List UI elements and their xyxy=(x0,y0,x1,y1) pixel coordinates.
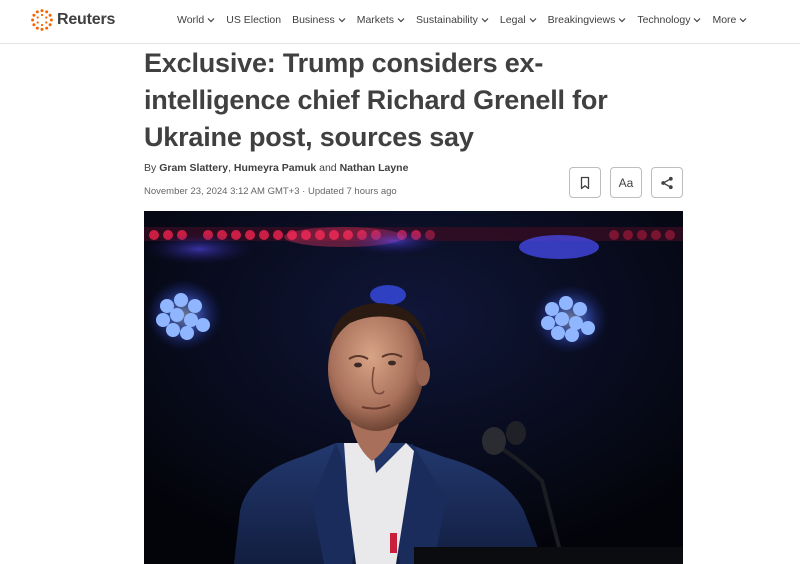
chevron-down-icon xyxy=(207,17,215,23)
nav-item-breakingviews[interactable]: Breakingviews xyxy=(548,14,627,26)
bookmark-icon xyxy=(580,176,590,189)
byline-comma: , xyxy=(228,162,231,174)
nav-item-label: Business xyxy=(292,14,335,26)
nav-item-us-election[interactable]: US Election xyxy=(226,14,281,26)
byline-prefix: By xyxy=(144,162,157,174)
share-button[interactable] xyxy=(651,167,683,198)
nav-item-markets[interactable]: Markets xyxy=(357,14,405,26)
share-icon xyxy=(661,176,673,189)
nav-item-sustainability[interactable]: Sustainability xyxy=(416,14,489,26)
hero-photo xyxy=(144,211,683,564)
nav-item-label: US Election xyxy=(226,14,282,26)
reuters-logo-icon xyxy=(31,9,53,31)
nav-item-label: World xyxy=(177,14,205,26)
reuters-logo[interactable]: Reuters xyxy=(30,7,115,33)
article-tools: Aa xyxy=(569,167,683,198)
chevron-down-icon xyxy=(529,17,537,23)
nav-item-label: Legal xyxy=(499,14,526,26)
text-size-label: Aa xyxy=(618,175,634,190)
chevron-down-icon xyxy=(397,17,405,23)
byline-and: and xyxy=(319,162,337,174)
nav-item-label: Technology xyxy=(637,14,691,26)
nav-item-label: Breakingviews xyxy=(547,14,616,26)
chevron-down-icon xyxy=(338,17,346,23)
site-header: Reuters World US Election Business Marke… xyxy=(0,0,800,44)
article-dateline: November 23, 2024 3:12 AM GMT+3 · Update… xyxy=(144,186,397,197)
author-link[interactable]: Gram Slattery xyxy=(159,162,228,174)
nav-item-technology[interactable]: Technology xyxy=(637,14,701,26)
bookmark-button[interactable] xyxy=(569,167,601,198)
brand-name: Reuters xyxy=(57,11,116,28)
nav-item-legal[interactable]: Legal xyxy=(500,14,537,26)
nav-item-world[interactable]: World xyxy=(177,14,215,26)
nav-item-label: More xyxy=(712,14,737,26)
author-link[interactable]: Nathan Layne xyxy=(340,162,409,174)
author-link[interactable]: Humeyra Pamuk xyxy=(234,162,316,174)
main-nav: World US Election Business Markets Susta… xyxy=(177,0,758,40)
article-headline: Exclusive: Trump considers ex-intelligen… xyxy=(144,48,608,152)
chevron-down-icon xyxy=(618,17,626,23)
nav-item-more[interactable]: More xyxy=(712,14,747,26)
chevron-down-icon xyxy=(481,17,489,23)
chevron-down-icon xyxy=(693,17,701,23)
nav-item-business[interactable]: Business xyxy=(292,14,346,26)
chevron-down-icon xyxy=(739,17,747,23)
article-hero-image[interactable] xyxy=(144,211,683,564)
byline: By Gram Slattery, Humeyra Pamuk and Nath… xyxy=(144,162,408,174)
text-size-button[interactable]: Aa xyxy=(610,167,642,198)
nav-item-label: Markets xyxy=(356,14,395,26)
nav-item-label: Sustainability xyxy=(416,14,478,26)
